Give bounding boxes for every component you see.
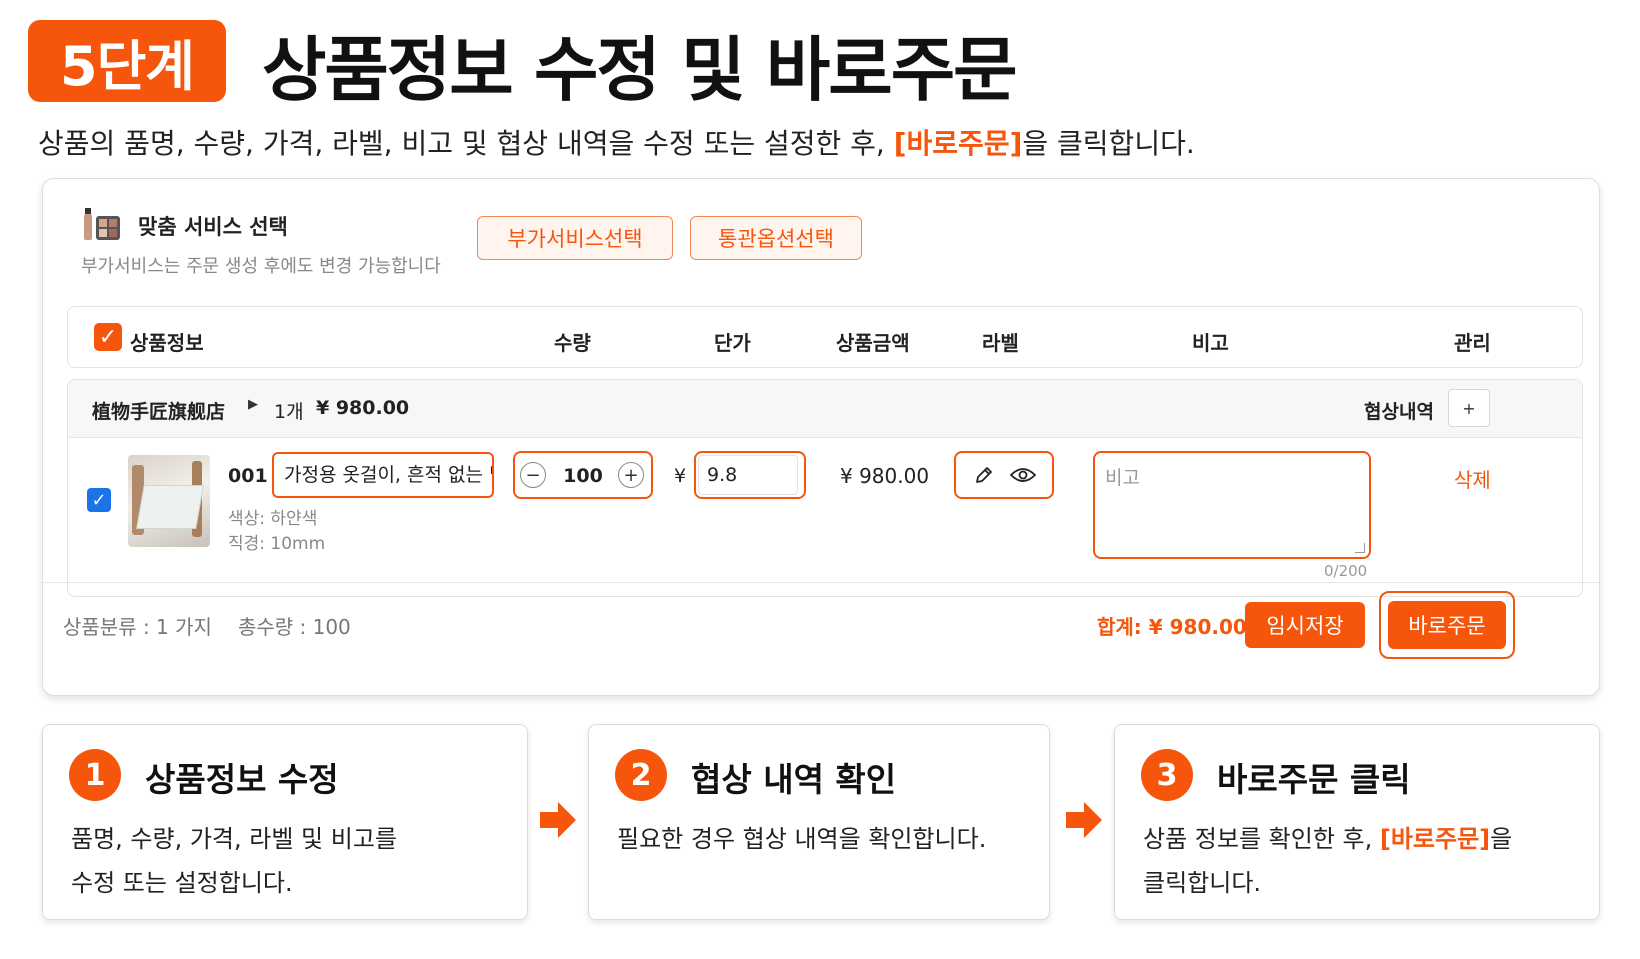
unit-price-field[interactable]: 9.8 bbox=[694, 451, 806, 499]
qty-minus-button[interactable]: − bbox=[520, 462, 546, 488]
arrow-right-icon bbox=[540, 802, 576, 838]
currency-symbol: ¥ bbox=[674, 465, 687, 487]
negotiation-label: 협상내역 bbox=[1364, 401, 1434, 423]
step-number: 3 bbox=[1141, 749, 1193, 801]
addon-service-button[interactable]: 부가서비스선택 bbox=[477, 216, 673, 260]
shop-group: 植物手匠旗舰店 ▶ 1개 ¥ 980.00 협상내역 + ✓ 001 가정용 옷… bbox=[67, 379, 1583, 597]
shop-name[interactable]: 植物手匠旗舰店 bbox=[92, 397, 225, 424]
qty-plus-button[interactable]: + bbox=[618, 462, 644, 488]
th-manage: 관리 bbox=[1454, 331, 1491, 355]
th-qty: 수량 bbox=[554, 331, 591, 355]
step-number: 1 bbox=[69, 749, 121, 801]
th-amount: 상품금액 bbox=[836, 331, 910, 355]
delete-link[interactable]: 삭제 bbox=[1454, 464, 1491, 493]
quantity-stepper[interactable]: − 100 + bbox=[513, 451, 653, 499]
step-card-2: 2 협상 내역 확인 필요한 경우 협상 내역을 확인합니다. bbox=[588, 724, 1050, 920]
label-controls bbox=[954, 451, 1054, 499]
footer-summary: 상품분류 : 1 가지 총수량 : 100 bbox=[63, 611, 377, 640]
item-checkbox[interactable]: ✓ bbox=[87, 488, 111, 512]
th-label: 라벨 bbox=[982, 331, 1019, 355]
product-name-input[interactable]: 가정용 옷걸이, 흔적 없는 넓 bbox=[272, 452, 494, 498]
qty-value[interactable]: 100 bbox=[551, 465, 615, 487]
service-title: 맞춤 서비스 선택 bbox=[138, 215, 288, 239]
total-quantity: 총수량 : 100 bbox=[237, 615, 351, 639]
caret-right-icon[interactable]: ▶ bbox=[248, 397, 258, 412]
item-amount: ¥ 980.00 bbox=[840, 464, 930, 488]
pencil-icon[interactable] bbox=[974, 465, 994, 485]
arrow-right-icon bbox=[1066, 802, 1102, 838]
item-attr-color: 색상: 하얀색 bbox=[228, 509, 318, 529]
step-title: 협상 내역 확인 bbox=[691, 760, 897, 799]
customs-option-button[interactable]: 통관옵션선택 bbox=[690, 216, 862, 260]
memo-textarea[interactable]: 비고 bbox=[1093, 451, 1371, 559]
step-title: 상품정보 수정 bbox=[145, 760, 339, 799]
th-memo: 비고 bbox=[1192, 331, 1229, 355]
table-header: ✓ 상품정보 수량 단가 상품금액 라벨 비고 관리 bbox=[67, 306, 1583, 368]
step-desc: 필요한 경우 협상 내역을 확인합니다. bbox=[617, 825, 987, 853]
page-title: 상품정보 수정 및 바로주문 bbox=[262, 29, 1018, 111]
item-sku: 001 bbox=[228, 465, 268, 487]
step-title: 바로주문 클릭 bbox=[1217, 760, 1411, 799]
negotiation-add-button[interactable]: + bbox=[1448, 389, 1490, 427]
step-card-1: 1 상품정보 수정 품명, 수량, 가격, 라벨 및 비고를 수정 또는 설정합… bbox=[42, 724, 528, 920]
step-desc: 품명, 수량, 가격, 라벨 및 비고를 수정 또는 설정합니다. bbox=[71, 825, 397, 897]
step-badge: 5단계 bbox=[28, 20, 226, 102]
subtitle-highlight: [바로주문] bbox=[893, 127, 1023, 160]
unit-price-input[interactable]: 9.8 bbox=[698, 455, 798, 495]
step-number: 2 bbox=[615, 749, 667, 801]
item-attr-size: 직경: 10mm bbox=[228, 534, 326, 554]
order-button-highlight: 바로주문 bbox=[1379, 591, 1515, 659]
service-desc: 부가서비스는 주문 생성 후에도 변경 가능합니다 bbox=[81, 256, 441, 277]
step-card-3: 3 바로주문 클릭 상품 정보를 확인한 후, [바로주문]을 클릭합니다. bbox=[1114, 724, 1600, 920]
shop-header: 植物手匠旗舰店 ▶ 1개 ¥ 980.00 협상내역 + bbox=[68, 380, 1582, 438]
th-unit-price: 단가 bbox=[714, 331, 751, 355]
temp-save-button[interactable]: 임시저장 bbox=[1245, 602, 1365, 648]
category-count: 상품분류 : 1 가지 bbox=[63, 615, 212, 639]
product-thumbnail bbox=[128, 455, 210, 547]
step-desc: 상품 정보를 확인한 후, [바로주문]을 클릭합니다. bbox=[1143, 825, 1513, 897]
select-all-checkbox[interactable]: ✓ bbox=[94, 323, 122, 351]
memo-char-count: 0/200 bbox=[1324, 562, 1368, 580]
footer-divider bbox=[43, 582, 1599, 583]
resize-handle-icon[interactable] bbox=[1355, 543, 1365, 553]
eye-icon[interactable] bbox=[1010, 465, 1036, 485]
th-product: 상품정보 bbox=[130, 331, 204, 355]
page-subtitle: 상품의 품명, 수량, 가격, 라벨, 비고 및 협상 내역을 수정 또는 설정… bbox=[38, 127, 1195, 160]
shop-item-count: 1개 bbox=[274, 401, 304, 423]
cosmetics-icon bbox=[84, 208, 120, 240]
shop-total: ¥ 980.00 bbox=[316, 397, 410, 419]
order-panel: 맞춤 서비스 선택 부가서비스는 주문 생성 후에도 변경 가능합니다 부가서비… bbox=[42, 178, 1600, 696]
order-now-button[interactable]: 바로주문 bbox=[1388, 601, 1506, 649]
order-total: 합계: ¥ 980.00 bbox=[1097, 615, 1247, 639]
